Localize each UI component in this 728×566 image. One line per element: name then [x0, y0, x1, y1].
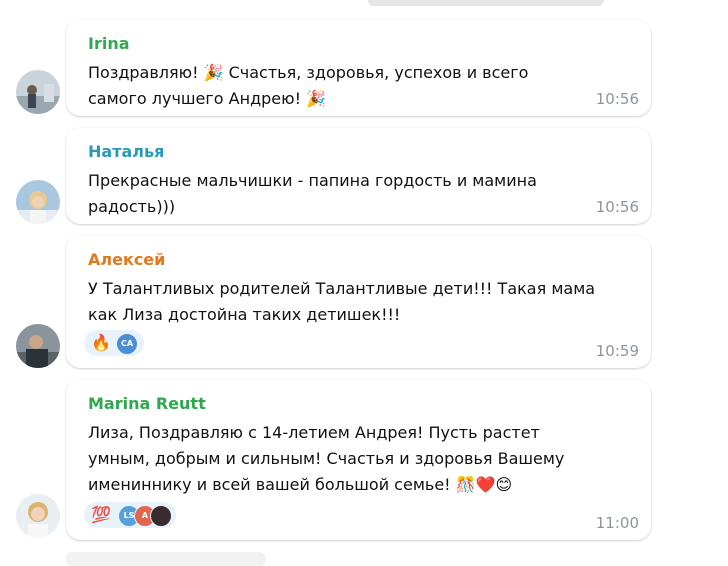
message-text: Поздравляю! 🎉 Счастья, здоровья, успехов…: [88, 60, 618, 112]
message-bubble[interactable]: Marina Reutt Лиза, Поздравляю с 14-летие…: [66, 380, 651, 540]
sender-name[interactable]: Irina: [88, 34, 130, 53]
message-line: имениннику и всей вашей большой семье! 🎊…: [88, 475, 513, 494]
avatar-aleksey[interactable]: [16, 324, 60, 368]
date-pill: [368, 0, 604, 6]
sender-name[interactable]: Наталья: [88, 142, 164, 161]
message-line: умным, добрым и сильным! Счастья и здоро…: [88, 449, 565, 468]
fire-emoji-icon: 🔥: [91, 333, 111, 352]
message-natalya[interactable]: Наталья Прекрасные мальчишки - папина го…: [0, 128, 728, 224]
message-aleksey[interactable]: Алексей У Талантливых родителей Талантли…: [0, 236, 728, 368]
message-text: Лиза, Поздравляю с 14-летием Андрея! Пус…: [88, 420, 618, 498]
message-marina[interactable]: Marina Reutt Лиза, Поздравляю с 14-летие…: [0, 380, 728, 540]
message-bubble[interactable]: Irina Поздравляю! 🎉 Счастья, здоровья, у…: [66, 20, 651, 116]
hundred-emoji-icon: 💯: [91, 505, 111, 524]
reactor-avatar[interactable]: [150, 505, 172, 527]
avatar-natalya[interactable]: [16, 180, 60, 224]
avatar-marina[interactable]: [16, 494, 60, 538]
message-bubble[interactable]: Наталья Прекрасные мальчишки - папина го…: [66, 128, 651, 224]
message-line: Поздравляю! 🎉 Счастья, здоровья, успехов…: [88, 63, 529, 82]
next-message-edge: [66, 552, 266, 566]
message-time: 11:00: [595, 514, 639, 532]
message-time: 10:56: [595, 90, 639, 108]
message-bubble[interactable]: Алексей У Талантливых родителей Талантли…: [66, 236, 651, 368]
sender-name[interactable]: Алексей: [88, 250, 165, 269]
reactions-bar[interactable]: 💯 LS А: [84, 502, 176, 528]
avatar-irina[interactable]: [16, 70, 60, 114]
message-line: как Лиза достойна таких детишек!!!: [88, 305, 401, 324]
message-irina[interactable]: Irina Поздравляю! 🎉 Счастья, здоровья, у…: [0, 20, 728, 116]
message-line: Лиза, Поздравляю с 14-летием Андрея! Пус…: [88, 423, 540, 442]
message-line: Прекрасные мальчишки - папина гордость и…: [88, 171, 537, 190]
reactions-bar[interactable]: 🔥 CA: [84, 330, 146, 356]
reactor-avatar[interactable]: CA: [116, 333, 138, 355]
message-line: радость))): [88, 197, 176, 216]
message-line: самого лучшего Андрею! 🎉: [88, 89, 327, 108]
message-time: 10:59: [595, 342, 639, 360]
message-time: 10:56: [595, 198, 639, 216]
message-line: У Талантливых родителей Талантливые дети…: [88, 279, 596, 298]
message-text: Прекрасные мальчишки - папина гордость и…: [88, 168, 618, 220]
sender-name[interactable]: Marina Reutt: [88, 394, 206, 413]
message-text: У Талантливых родителей Талантливые дети…: [88, 276, 618, 328]
